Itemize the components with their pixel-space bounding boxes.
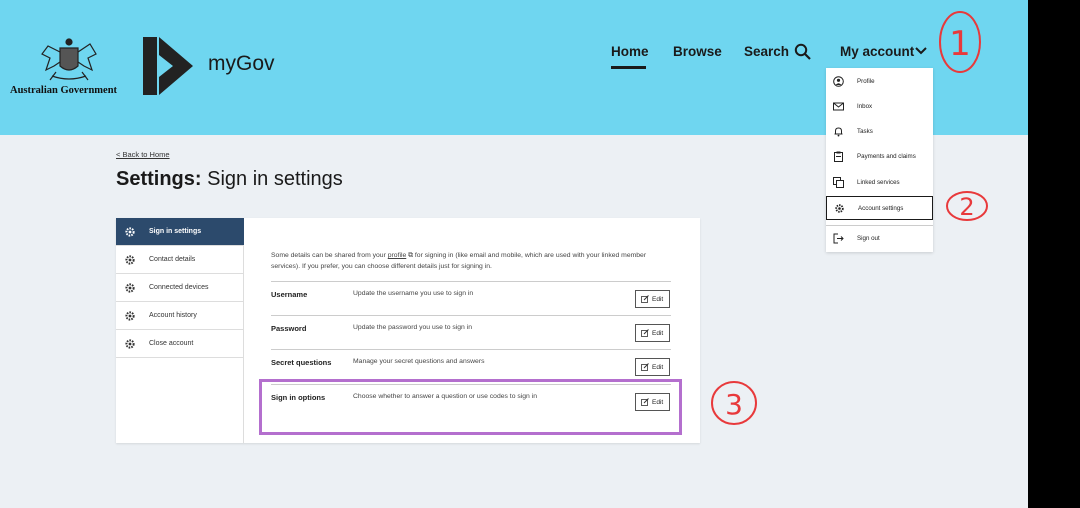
side-nav-contact-details[interactable]: Contact details — [116, 246, 244, 274]
dropdown-item-payments-and-claims[interactable]: Payments and claims — [826, 145, 933, 169]
nav-my-account[interactable]: My account — [840, 44, 914, 66]
setting-description: Manage your secret questions and answers — [353, 358, 485, 365]
dropdown-item-label: Account settings — [858, 205, 904, 212]
nav-home[interactable]: Home — [611, 44, 649, 66]
search-icon[interactable] — [794, 43, 811, 60]
side-nav-close-account[interactable]: Close account — [116, 330, 244, 358]
annotation-number: 2 — [959, 193, 974, 221]
dropdown-item-label: Inbox — [857, 103, 873, 110]
clipboard-icon — [834, 151, 843, 162]
side-nav-label: Sign in settings — [149, 228, 202, 235]
bell-icon — [834, 127, 843, 137]
gear-icon — [125, 311, 135, 321]
profile-link[interactable]: profile — [388, 252, 407, 259]
side-nav-account-history[interactable]: Account history — [116, 302, 244, 330]
setting-description: Update the password you use to sign in — [353, 324, 473, 331]
nav-search[interactable]: Search — [744, 44, 789, 66]
account-dropdown-menu: Profile Inbox Tasks Payments and claims … — [826, 68, 933, 252]
dropdown-item-label: Linked services — [857, 179, 900, 186]
dropdown-item-label: Sign out — [857, 235, 880, 242]
gear-icon — [125, 283, 135, 293]
side-nav-sign-in-settings[interactable]: Sign in settings — [116, 218, 244, 246]
page-title: Settings: Sign in settings — [116, 168, 343, 191]
nav-home-active-indicator — [611, 66, 646, 69]
back-to-home-link[interactable]: < Back to Home — [116, 150, 170, 159]
edit-password-button[interactable]: Edit — [635, 324, 670, 342]
gear-icon — [125, 255, 135, 265]
nav-browse[interactable]: Browse — [673, 44, 722, 66]
dropdown-item-label: Payments and claims — [857, 153, 916, 160]
dropdown-divider — [826, 225, 933, 226]
dropdown-item-tasks[interactable]: Tasks — [826, 120, 933, 144]
side-nav-label: Contact details — [149, 256, 196, 263]
government-name: Australian Government — [10, 85, 118, 96]
setting-row-username: Username Update the username you use to … — [271, 281, 671, 315]
setting-description: Update the username you use to sign in — [353, 290, 474, 297]
edit-icon — [641, 329, 649, 337]
coat-of-arms-icon — [41, 38, 97, 81]
edit-username-button[interactable]: Edit — [635, 290, 670, 308]
edit-icon — [641, 363, 649, 371]
side-nav-label: Account history — [149, 312, 197, 319]
side-nav-connected-devices[interactable]: Connected devices — [116, 274, 244, 302]
link-icon — [833, 177, 844, 188]
browser-viewport: Australian Government myGov Home Browse … — [0, 0, 1028, 508]
sign-in-intro-text: Some details can be shared from your pro… — [271, 250, 671, 272]
side-nav-label: Close account — [149, 340, 194, 347]
setting-label: Password — [271, 324, 307, 333]
sign-out-icon — [833, 233, 844, 244]
user-icon — [833, 76, 844, 87]
edit-button-label: Edit — [652, 296, 664, 303]
settings-side-nav: Sign in settings Contact details Connect… — [116, 218, 244, 443]
gear-icon — [835, 204, 844, 213]
brand-name[interactable]: myGov — [208, 52, 275, 76]
setting-row-secret-questions: Secret questions Manage your secret ques… — [271, 349, 671, 383]
setting-label: Secret questions — [271, 358, 332, 367]
annotation-step-2: 2 — [946, 191, 988, 221]
page-title-prefix: Settings: — [116, 168, 202, 190]
setting-label: Username — [271, 290, 308, 299]
side-nav-label: Connected devices — [149, 284, 209, 291]
page-title-suffix: Sign in settings — [201, 168, 343, 190]
setting-row-password: Password Update the password you use to … — [271, 315, 671, 349]
dropdown-item-label: Profile — [857, 78, 875, 85]
intro-text-part: Some details can be shared from your — [271, 252, 388, 259]
dropdown-item-linked-services[interactable]: Linked services — [826, 171, 933, 195]
gear-icon — [125, 339, 135, 349]
dropdown-item-account-settings[interactable]: Account settings — [826, 196, 933, 220]
screen-edge — [1028, 0, 1080, 508]
chevron-down-icon[interactable] — [914, 45, 928, 57]
annotation-step-3: 3 — [711, 381, 757, 425]
dropdown-item-profile[interactable]: Profile — [826, 70, 933, 94]
mail-icon — [833, 102, 844, 111]
dropdown-item-inbox[interactable]: Inbox — [826, 95, 933, 119]
annotation-highlight-box — [259, 379, 682, 435]
annotation-number: 3 — [725, 388, 743, 421]
dropdown-item-label: Tasks — [857, 128, 873, 135]
gear-icon — [125, 227, 135, 237]
mygov-logo-icon[interactable] — [141, 37, 193, 95]
edit-icon — [641, 295, 649, 303]
edit-button-label: Edit — [652, 364, 664, 371]
dropdown-item-sign-out[interactable]: Sign out — [826, 227, 933, 251]
australian-government-logo[interactable]: Australian Government — [10, 36, 130, 98]
edit-secret-questions-button[interactable]: Edit — [635, 358, 670, 376]
edit-button-label: Edit — [652, 330, 664, 337]
